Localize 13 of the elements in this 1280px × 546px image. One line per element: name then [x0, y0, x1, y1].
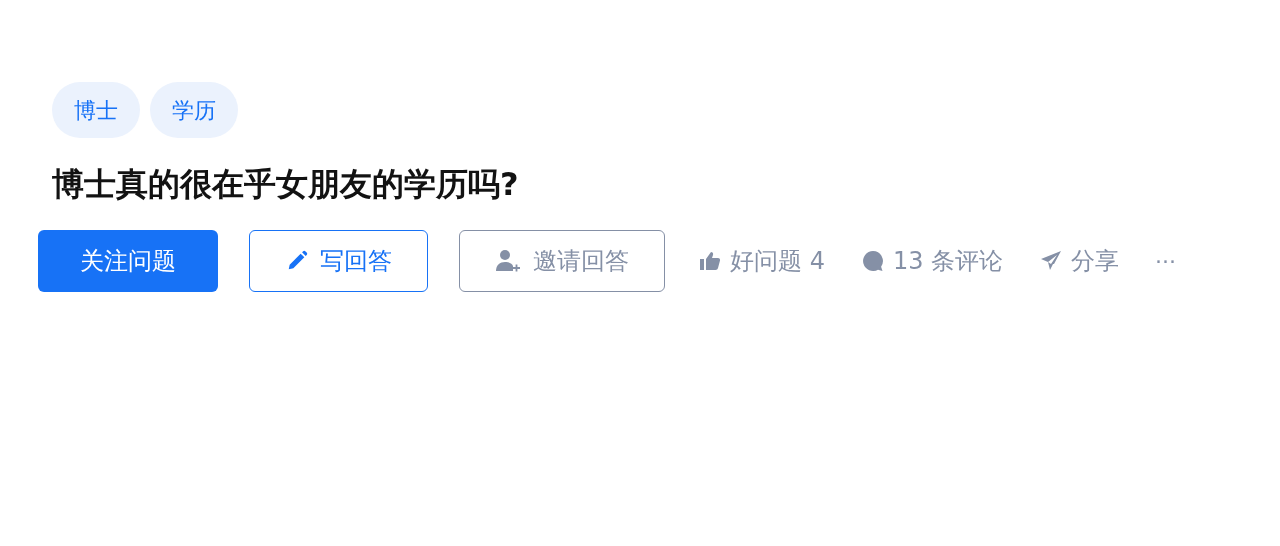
speech-bubble-icon	[860, 249, 885, 273]
follow-question-button[interactable]: 关注问题	[38, 230, 218, 292]
topic-tag[interactable]: 学历	[150, 82, 238, 138]
thumbs-up-icon	[698, 249, 722, 273]
invite-answer-button[interactable]: 邀请回答	[459, 230, 665, 292]
write-answer-button[interactable]: 写回答	[249, 230, 428, 292]
topic-tag[interactable]: 博士	[52, 82, 140, 138]
more-button[interactable]: ···	[1155, 244, 1177, 278]
comment-button[interactable]: 13 条评论	[860, 243, 1004, 279]
like-button[interactable]: 好问题 4	[698, 243, 825, 279]
question-title: 博士真的很在乎女朋友的学历吗?	[51, 164, 520, 205]
share-button[interactable]: 分享	[1039, 243, 1120, 279]
add-user-icon	[495, 248, 521, 274]
